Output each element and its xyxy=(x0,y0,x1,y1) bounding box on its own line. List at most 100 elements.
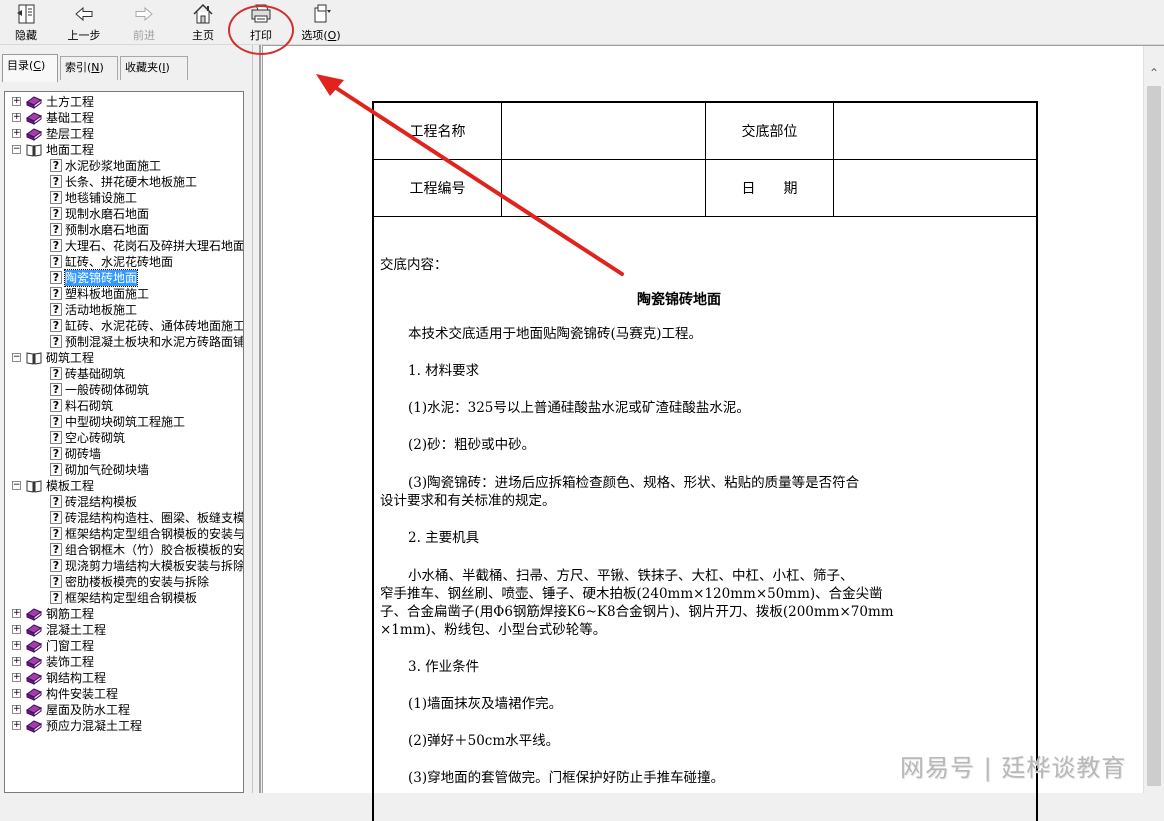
tree-folder[interactable]: + 钢筋工程 xyxy=(5,606,243,622)
tree-topic[interactable]: ? 中型砌块砌筑工程施工 xyxy=(5,414,243,430)
tree-topic[interactable]: ? 组合钢框木（竹）胶合板模板的安 xyxy=(5,542,243,558)
help-topic-icon: ? xyxy=(50,495,62,508)
document-paragraph: 小水桶、半截桶、扫帚、方尺、平锹、铁抹子、大杠、中杠、小杠、筛子、 xyxy=(408,568,854,584)
tree-folder[interactable]: + 门窗工程 xyxy=(5,638,243,654)
tree-topic[interactable]: ? 长条、拼花硬木地板施工 xyxy=(5,174,243,190)
back-button[interactable]: 上一步 xyxy=(64,2,104,42)
tree-folder[interactable]: + 垫层工程 xyxy=(5,126,243,142)
hide-button[interactable]: 隐藏 xyxy=(8,2,44,42)
scroll-thumb[interactable] xyxy=(1147,86,1161,786)
tree-folder[interactable]: + 基础工程 xyxy=(5,110,243,126)
document-paragraph: 窄手推车、钢丝刷、喷壶、锤子、硬木拍板(240mm×120mm×50mm)、合金… xyxy=(380,586,883,602)
collapse-icon[interactable]: − xyxy=(12,353,21,362)
tree-topic-label: 中型砌块砌筑工程施工 xyxy=(65,415,186,429)
back-arrow-icon xyxy=(75,6,93,22)
tree-topic[interactable]: ? 框架结构定型组合钢模板的安装与 xyxy=(5,526,243,542)
date-value xyxy=(833,159,1036,217)
tree-topic[interactable]: ? 活动地板施工 xyxy=(5,302,243,318)
print-button[interactable]: 打印 xyxy=(244,2,278,42)
tree-folder[interactable]: + 预应力混凝土工程 xyxy=(5,718,243,734)
tree-folder-label: 基础工程 xyxy=(46,111,95,125)
collapse-icon[interactable]: − xyxy=(12,145,21,154)
expand-icon[interactable]: + xyxy=(12,673,21,682)
tree-topic[interactable]: ? 缸砖、水泥花砖、通体砖地面施工 xyxy=(5,318,243,334)
help-topic-icon: ? xyxy=(50,255,62,268)
tree-topic[interactable]: ? 地毯铺设施工 xyxy=(5,190,243,206)
tree-topic[interactable]: ? 一般砖砌体砌筑 xyxy=(5,382,243,398)
help-topic-icon: ? xyxy=(50,367,62,380)
location-value xyxy=(833,103,1036,160)
tree-topic[interactable]: ? 现浇剪力墙结构大模板安装与拆除 xyxy=(5,558,243,574)
tree-folder[interactable]: + 土方工程 xyxy=(5,94,243,110)
collapse-icon[interactable]: − xyxy=(12,481,21,490)
tree-topic[interactable]: ? 大理石、花岗石及碎拼大理石地面 xyxy=(5,238,243,254)
expand-icon[interactable]: + xyxy=(12,625,21,634)
tree-folder[interactable]: + 屋面及防水工程 xyxy=(5,702,243,718)
tree-folder[interactable]: + 混凝土工程 xyxy=(5,622,243,638)
tree-folder[interactable]: + 构件安装工程 xyxy=(5,686,243,702)
tree-topic-label: 预制混凝土板块和水泥方砖路面铺 xyxy=(65,335,244,349)
expand-icon[interactable]: + xyxy=(12,113,21,122)
tree-topic[interactable]: ? 陶瓷锦砖地面 xyxy=(5,269,243,287)
project-name-label: 工程名称 xyxy=(374,103,502,160)
scroll-up-icon[interactable]: ⌃ xyxy=(1147,66,1161,80)
expand-icon[interactable]: + xyxy=(12,705,21,714)
tab-favorites[interactable]: 收藏夹(I) xyxy=(120,56,188,80)
expand-icon[interactable]: + xyxy=(12,657,21,666)
tree-topic[interactable]: ? 空心砖砌筑 xyxy=(5,430,243,446)
options-label-text: 选项 xyxy=(301,29,324,42)
tree-folder[interactable]: − 地面工程 xyxy=(5,142,243,158)
expand-icon[interactable]: + xyxy=(12,609,21,618)
expand-icon[interactable]: + xyxy=(12,97,21,106)
tree-topic[interactable]: ? 砌加气砼砌块墙 xyxy=(5,462,243,478)
tree-topic-label: 框架结构定型组合钢模板 xyxy=(65,591,198,605)
tree-topic[interactable]: ? 框架结构定型组合钢模板 xyxy=(5,590,243,606)
open-book-icon xyxy=(26,480,42,493)
expand-icon[interactable]: + xyxy=(12,689,21,698)
tree-folder[interactable]: − 砌筑工程 xyxy=(5,350,243,366)
contents-tree[interactable]: + 土方工程 + 基础工程 + 垫层工程 − 地面工程? 水泥砂浆地面施工? 长条、拼花硬木地板施… xyxy=(4,91,244,793)
document-paragraph: 1. 材料要求 xyxy=(408,363,480,379)
tree-topic[interactable]: ? 砌砖墙 xyxy=(5,446,243,462)
toolbar: 隐藏 上一步 前进 主页 打印 选项(O) xyxy=(0,0,1164,45)
tree-topic[interactable]: ? 水泥砂浆地面施工 xyxy=(5,158,243,174)
tree-topic-label: 预制水磨石地面 xyxy=(65,223,150,237)
tree-topic-label: 塑料板地面施工 xyxy=(65,287,150,301)
tree-topic[interactable]: ? 砖基础砌筑 xyxy=(5,366,243,382)
document-paragraph: 本技术交底适用于地面贴陶瓷锦砖(马赛克)工程。 xyxy=(408,326,703,342)
tab-contents[interactable]: 目录(C) xyxy=(2,54,58,82)
options-button[interactable]: 选项(O) xyxy=(298,2,344,42)
expand-icon[interactable]: + xyxy=(12,641,21,650)
tree-topic[interactable]: ? 砖混结构构造柱、圈梁、板缝支模 xyxy=(5,510,243,526)
vertical-scrollbar[interactable]: ⌃ xyxy=(1143,46,1164,793)
help-topic-icon: ? xyxy=(50,415,62,428)
forward-button[interactable]: 前进 xyxy=(126,2,162,42)
document-paragraph: (3)陶瓷锦砖：进场后应拆箱检查颜色、规格、形状、粘贴的质量等是否符合 xyxy=(408,475,860,491)
tree-topic[interactable]: ? 密肋楼板模壳的安装与拆除 xyxy=(5,574,243,590)
document-paragraph: (1)墙面抹灰及墙裙作完。 xyxy=(408,696,563,712)
tree-folder-label: 门窗工程 xyxy=(46,639,95,653)
content-label: 交底内容： xyxy=(380,257,448,273)
tree-topic[interactable]: ? 砖混结构模板 xyxy=(5,494,243,510)
tree-topic[interactable]: ? 预制水磨石地面 xyxy=(5,222,243,238)
tree-folder[interactable]: + 钢结构工程 xyxy=(5,670,243,686)
tree-folder[interactable]: + 装饰工程 xyxy=(5,654,243,670)
expand-icon[interactable]: + xyxy=(12,721,21,730)
home-button[interactable]: 主页 xyxy=(186,2,220,42)
tab-index-label: 索引 xyxy=(65,61,87,74)
help-topic-icon: ? xyxy=(50,527,62,540)
printer-icon xyxy=(251,4,271,23)
tree-topic[interactable]: ? 现制水磨石地面 xyxy=(5,206,243,222)
tree-folder[interactable]: − 模板工程 xyxy=(5,478,243,494)
tree-topic-label: 密肋楼板模壳的安装与拆除 xyxy=(65,575,210,589)
tree-topic-label: 砌加气砼砌块墙 xyxy=(65,463,150,477)
tree-topic[interactable]: ? 缸砖、水泥花砖地面 xyxy=(5,254,243,270)
tree-topic-label: 水泥砂浆地面施工 xyxy=(65,159,162,173)
tree-topic[interactable]: ? 料石砌筑 xyxy=(5,398,243,414)
tab-index[interactable]: 索引(N) xyxy=(60,56,118,80)
help-topic-icon: ? xyxy=(50,191,62,204)
tree-topic[interactable]: ? 塑料板地面施工 xyxy=(5,286,243,302)
help-topic-icon: ? xyxy=(50,543,62,556)
tree-topic[interactable]: ? 预制混凝土板块和水泥方砖路面铺 xyxy=(5,334,243,350)
expand-icon[interactable]: + xyxy=(12,129,21,138)
